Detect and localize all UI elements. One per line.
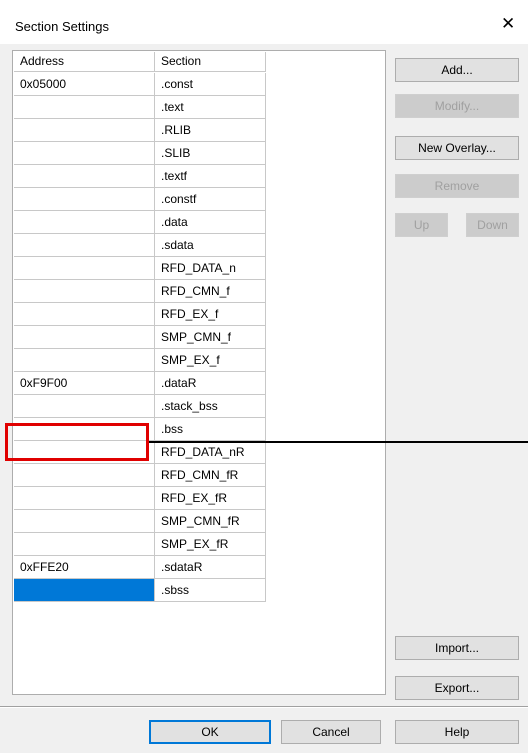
section-cell[interactable]: RFD_EX_fR — [155, 487, 266, 510]
section-cell[interactable]: RFD_DATA_nR — [155, 441, 266, 464]
address-cell[interactable] — [14, 533, 155, 556]
column-header-section[interactable]: Section — [155, 52, 266, 72]
address-cell[interactable] — [14, 579, 155, 602]
title-bar: Section Settings ✕ — [0, 0, 528, 44]
section-cell[interactable]: .const — [155, 73, 266, 96]
section-cell[interactable]: .dataR — [155, 372, 266, 395]
add-button[interactable]: Add... — [395, 58, 519, 82]
annotation-highlight-box — [5, 423, 149, 461]
address-cell[interactable] — [14, 395, 155, 418]
address-cell[interactable]: 0x05000 — [14, 73, 155, 96]
remove-button[interactable]: Remove — [395, 174, 519, 198]
section-cell[interactable]: RFD_DATA_n — [155, 257, 266, 280]
address-cell[interactable] — [14, 165, 155, 188]
section-cell[interactable]: .RLIB — [155, 119, 266, 142]
column-header-address[interactable]: Address — [14, 52, 155, 72]
address-cell[interactable] — [14, 234, 155, 257]
modify-button[interactable]: Modify... — [395, 94, 519, 118]
section-table[interactable]: Address Section 0x05000 .const .text .RLIB.… — [12, 50, 386, 695]
help-button[interactable]: Help — [395, 720, 519, 744]
section-cell[interactable]: .sbss — [155, 579, 266, 602]
address-cell[interactable]: 0xF9F00 — [14, 372, 155, 395]
section-cell[interactable]: SMP_EX_fR — [155, 533, 266, 556]
address-cell[interactable] — [14, 280, 155, 303]
address-cell[interactable] — [14, 257, 155, 280]
address-cell[interactable] — [14, 211, 155, 234]
ok-button[interactable]: OK — [149, 720, 271, 744]
section-cell[interactable]: SMP_CMN_f — [155, 326, 266, 349]
section-cell[interactable]: .stack_bss — [155, 395, 266, 418]
section-cell[interactable]: SMP_CMN_fR — [155, 510, 266, 533]
down-button[interactable]: Down — [466, 213, 519, 237]
section-cell[interactable]: .SLIB — [155, 142, 266, 165]
address-cell[interactable] — [14, 464, 155, 487]
address-cell[interactable] — [14, 487, 155, 510]
close-icon[interactable]: ✕ — [501, 14, 515, 34]
footer-separator — [0, 706, 528, 708]
address-cell[interactable] — [14, 349, 155, 372]
address-cell[interactable] — [14, 142, 155, 165]
section-cell[interactable]: .sdata — [155, 234, 266, 257]
section-cell[interactable]: .constf — [155, 188, 266, 211]
section-cell[interactable]: .bss — [155, 418, 266, 441]
address-cell[interactable] — [14, 96, 155, 119]
section-cell[interactable]: RFD_CMN_fR — [155, 464, 266, 487]
section-cell[interactable]: .textf — [155, 165, 266, 188]
export-button[interactable]: Export... — [395, 676, 519, 700]
section-cell[interactable]: .sdataR — [155, 556, 266, 579]
section-cell[interactable]: .text — [155, 96, 266, 119]
dialog-title: Section Settings — [15, 19, 109, 34]
address-cell[interactable] — [14, 510, 155, 533]
address-cell[interactable] — [14, 119, 155, 142]
section-cell[interactable]: RFD_CMN_f — [155, 280, 266, 303]
section-cell[interactable]: .data — [155, 211, 266, 234]
address-cell[interactable] — [14, 303, 155, 326]
cancel-button[interactable]: Cancel — [281, 720, 381, 744]
annotation-pointer-line — [149, 441, 528, 443]
address-cell[interactable] — [14, 188, 155, 211]
import-button[interactable]: Import... — [395, 636, 519, 660]
address-cell[interactable]: 0xFFE20 — [14, 556, 155, 579]
address-cell[interactable] — [14, 326, 155, 349]
up-button[interactable]: Up — [395, 213, 448, 237]
section-cell[interactable]: SMP_EX_f — [155, 349, 266, 372]
new-overlay-button[interactable]: New Overlay... — [395, 136, 519, 160]
section-cell[interactable]: RFD_EX_f — [155, 303, 266, 326]
